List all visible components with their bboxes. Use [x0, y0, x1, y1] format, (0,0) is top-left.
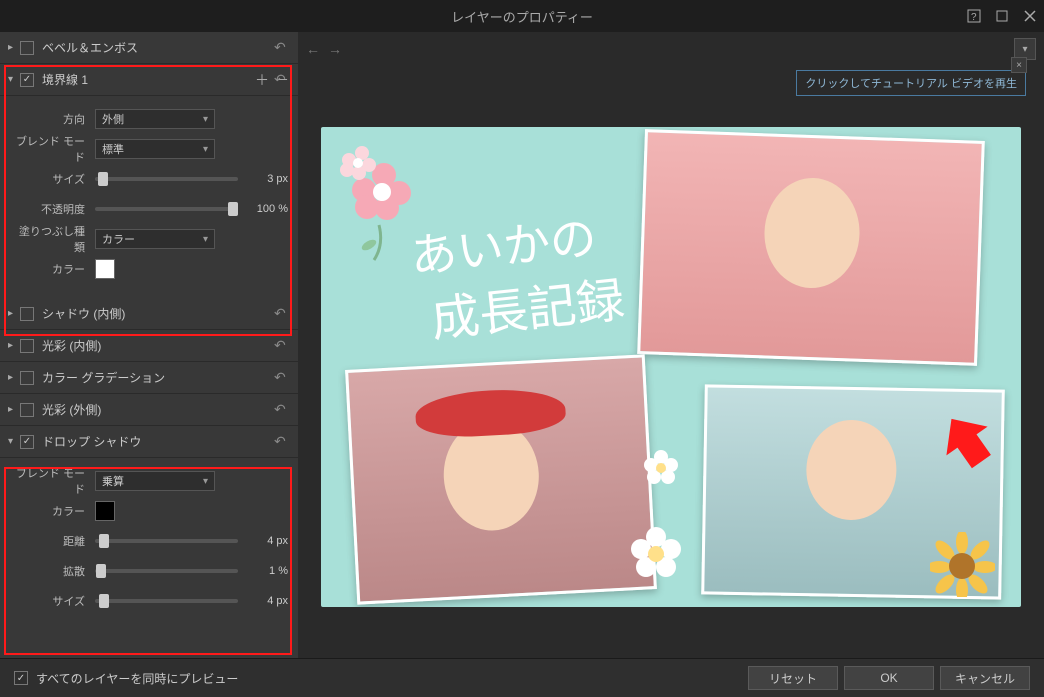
section-label: カラー グラデーション — [42, 369, 290, 386]
preview-canvas: あいかの 成長記録 — [321, 127, 1021, 607]
checkbox-inner-glow[interactable] — [20, 339, 34, 353]
properties-panel: ▸ ベベル＆エンボス ↶ ▾ 境界線 1 ＋ － ↶ 方向 外側 ブレンド モー… — [0, 32, 298, 658]
filltype-dropdown[interactable]: カラー — [95, 229, 215, 249]
preview-all-label: すべてのレイヤーを同時にプレビュー — [36, 670, 238, 687]
titlebar: レイヤーのプロパティー ? — [0, 0, 1044, 32]
window-title: レイヤーのプロパティー — [451, 7, 593, 26]
flower-icon — [626, 522, 686, 582]
title-text-graphic: あいかの 成長記録 — [381, 187, 661, 374]
tooltip-text: クリックしてチュートリアル ビデオを再生 — [805, 78, 1017, 90]
preview-toolbar: ← → ▾ — [298, 32, 1044, 66]
size-slider[interactable] — [95, 177, 238, 181]
footer: すべてのレイヤーを同時にプレビュー リセット OK キャンセル — [0, 658, 1044, 697]
opacity-label: 不透明度 — [10, 201, 95, 217]
svg-text:成長記録: 成長記録 — [429, 273, 628, 347]
size-value: 3 px — [248, 173, 288, 185]
undo-icon[interactable]: ↶ — [274, 401, 292, 418]
photo-top-right — [637, 129, 985, 366]
ds-spread-label: 拡散 — [10, 563, 95, 579]
checkbox-inner-shadow[interactable] — [20, 307, 34, 321]
checkbox-border[interactable] — [20, 73, 34, 87]
ds-blend-label: ブレンド モード — [10, 465, 95, 497]
ds-color-swatch[interactable] — [95, 501, 115, 521]
chevron-right-icon: ▸ — [8, 340, 20, 351]
section-bevel[interactable]: ▸ ベベル＆エンボス ↶ — [0, 32, 298, 64]
section-label: 光彩 (内側) — [42, 337, 290, 354]
ds-spread-slider[interactable] — [95, 569, 238, 573]
checkbox-outer-glow[interactable] — [20, 403, 34, 417]
dropshadow-body: ブレンド モード 乗算 カラー 距離 4 px 拡散 1 % — [0, 458, 298, 630]
undo-icon[interactable]: ↶ — [274, 369, 292, 386]
section-drop-shadow[interactable]: ▾ ドロップ シャドウ ↶ — [0, 426, 298, 458]
preview-panel: ← → ▾ クリックしてチュートリアル ビデオを再生 × あいかの — [298, 32, 1044, 658]
direction-label: 方向 — [10, 111, 95, 127]
color-label: カラー — [10, 261, 95, 277]
direction-dropdown[interactable]: 外側 — [95, 109, 215, 129]
photo-bottom-left — [345, 354, 657, 604]
undo-icon[interactable]: ↶ — [274, 305, 292, 322]
maximize-icon[interactable] — [988, 2, 1016, 30]
chevron-right-icon: ▸ — [8, 372, 20, 383]
help-icon[interactable]: ? — [960, 2, 988, 30]
checkbox-bevel[interactable] — [20, 41, 34, 55]
close-icon[interactable] — [1016, 2, 1044, 30]
undo-icon[interactable]: ↶ — [274, 71, 292, 88]
size-label: サイズ — [10, 171, 95, 187]
border-body: 方向 外側 ブレンド モード 標準 サイズ 3 px 不透明度 100 % — [0, 96, 298, 298]
section-outer-glow[interactable]: ▸ 光彩 (外側) ↶ — [0, 394, 298, 426]
filltype-label: 塗りつぶし種類 — [10, 223, 95, 255]
add-icon[interactable]: ＋ — [254, 72, 270, 88]
reset-button[interactable]: リセット — [748, 666, 838, 690]
ds-size-slider[interactable] — [95, 599, 238, 603]
section-label: ベベル＆エンボス — [42, 39, 290, 56]
cancel-button[interactable]: キャンセル — [940, 666, 1030, 690]
undo-icon[interactable]: ↶ — [274, 337, 292, 354]
section-gradient[interactable]: ▸ カラー グラデーション ↶ — [0, 362, 298, 394]
undo-icon[interactable]: ↶ — [274, 433, 292, 450]
checkbox-drop-shadow[interactable] — [20, 435, 34, 449]
section-inner-shadow[interactable]: ▸ シャドウ (内側) ↶ — [0, 298, 298, 330]
chevron-down-icon: ▾ — [8, 436, 20, 447]
ds-distance-label: 距離 — [10, 533, 95, 549]
svg-text:あいかの: あいかの — [408, 212, 599, 283]
ds-spread-value: 1 % — [248, 565, 288, 577]
ds-size-value: 4 px — [248, 595, 288, 607]
tooltip-close-icon[interactable]: × — [1011, 57, 1027, 73]
chevron-right-icon: ▸ — [8, 42, 20, 53]
section-label: 境界線 1 — [42, 71, 254, 88]
chevron-down-icon: ▾ — [8, 74, 20, 85]
flower-icon — [641, 447, 681, 487]
blendmode-dropdown[interactable]: 標準 — [95, 139, 215, 159]
section-label: 光彩 (外側) — [42, 401, 290, 418]
chevron-right-icon: ▸ — [8, 404, 20, 415]
window-buttons: ? — [960, 2, 1044, 30]
sunflower-icon — [930, 532, 995, 597]
chevron-right-icon: ▸ — [8, 308, 20, 319]
ok-button[interactable]: OK — [844, 666, 934, 690]
ds-blendmode-dropdown[interactable]: 乗算 — [95, 471, 215, 491]
svg-text:?: ? — [971, 12, 977, 23]
ds-distance-slider[interactable] — [95, 539, 238, 543]
checkbox-gradient[interactable] — [20, 371, 34, 385]
blend-label: ブレンド モード — [10, 133, 95, 165]
ds-color-label: カラー — [10, 503, 95, 519]
tutorial-tooltip[interactable]: クリックしてチュートリアル ビデオを再生 × — [796, 70, 1026, 96]
undo-icon[interactable]: ↶ — [274, 39, 292, 56]
section-label: ドロップ シャドウ — [42, 433, 290, 450]
section-label: シャドウ (内側) — [42, 305, 290, 322]
annotation-arrow-icon — [938, 412, 996, 470]
opacity-slider[interactable] — [95, 207, 238, 211]
opacity-value: 100 % — [248, 203, 288, 215]
ds-size-label: サイズ — [10, 593, 95, 609]
nav-back-icon[interactable]: ← — [306, 41, 320, 57]
ds-distance-value: 4 px — [248, 535, 288, 547]
preview-all-checkbox[interactable] — [14, 671, 28, 685]
nav-forward-icon[interactable]: → — [328, 41, 342, 57]
border-color-swatch[interactable] — [95, 259, 115, 279]
section-border[interactable]: ▾ 境界線 1 ＋ － ↶ — [0, 64, 298, 96]
section-inner-glow[interactable]: ▸ 光彩 (内側) ↶ — [0, 330, 298, 362]
